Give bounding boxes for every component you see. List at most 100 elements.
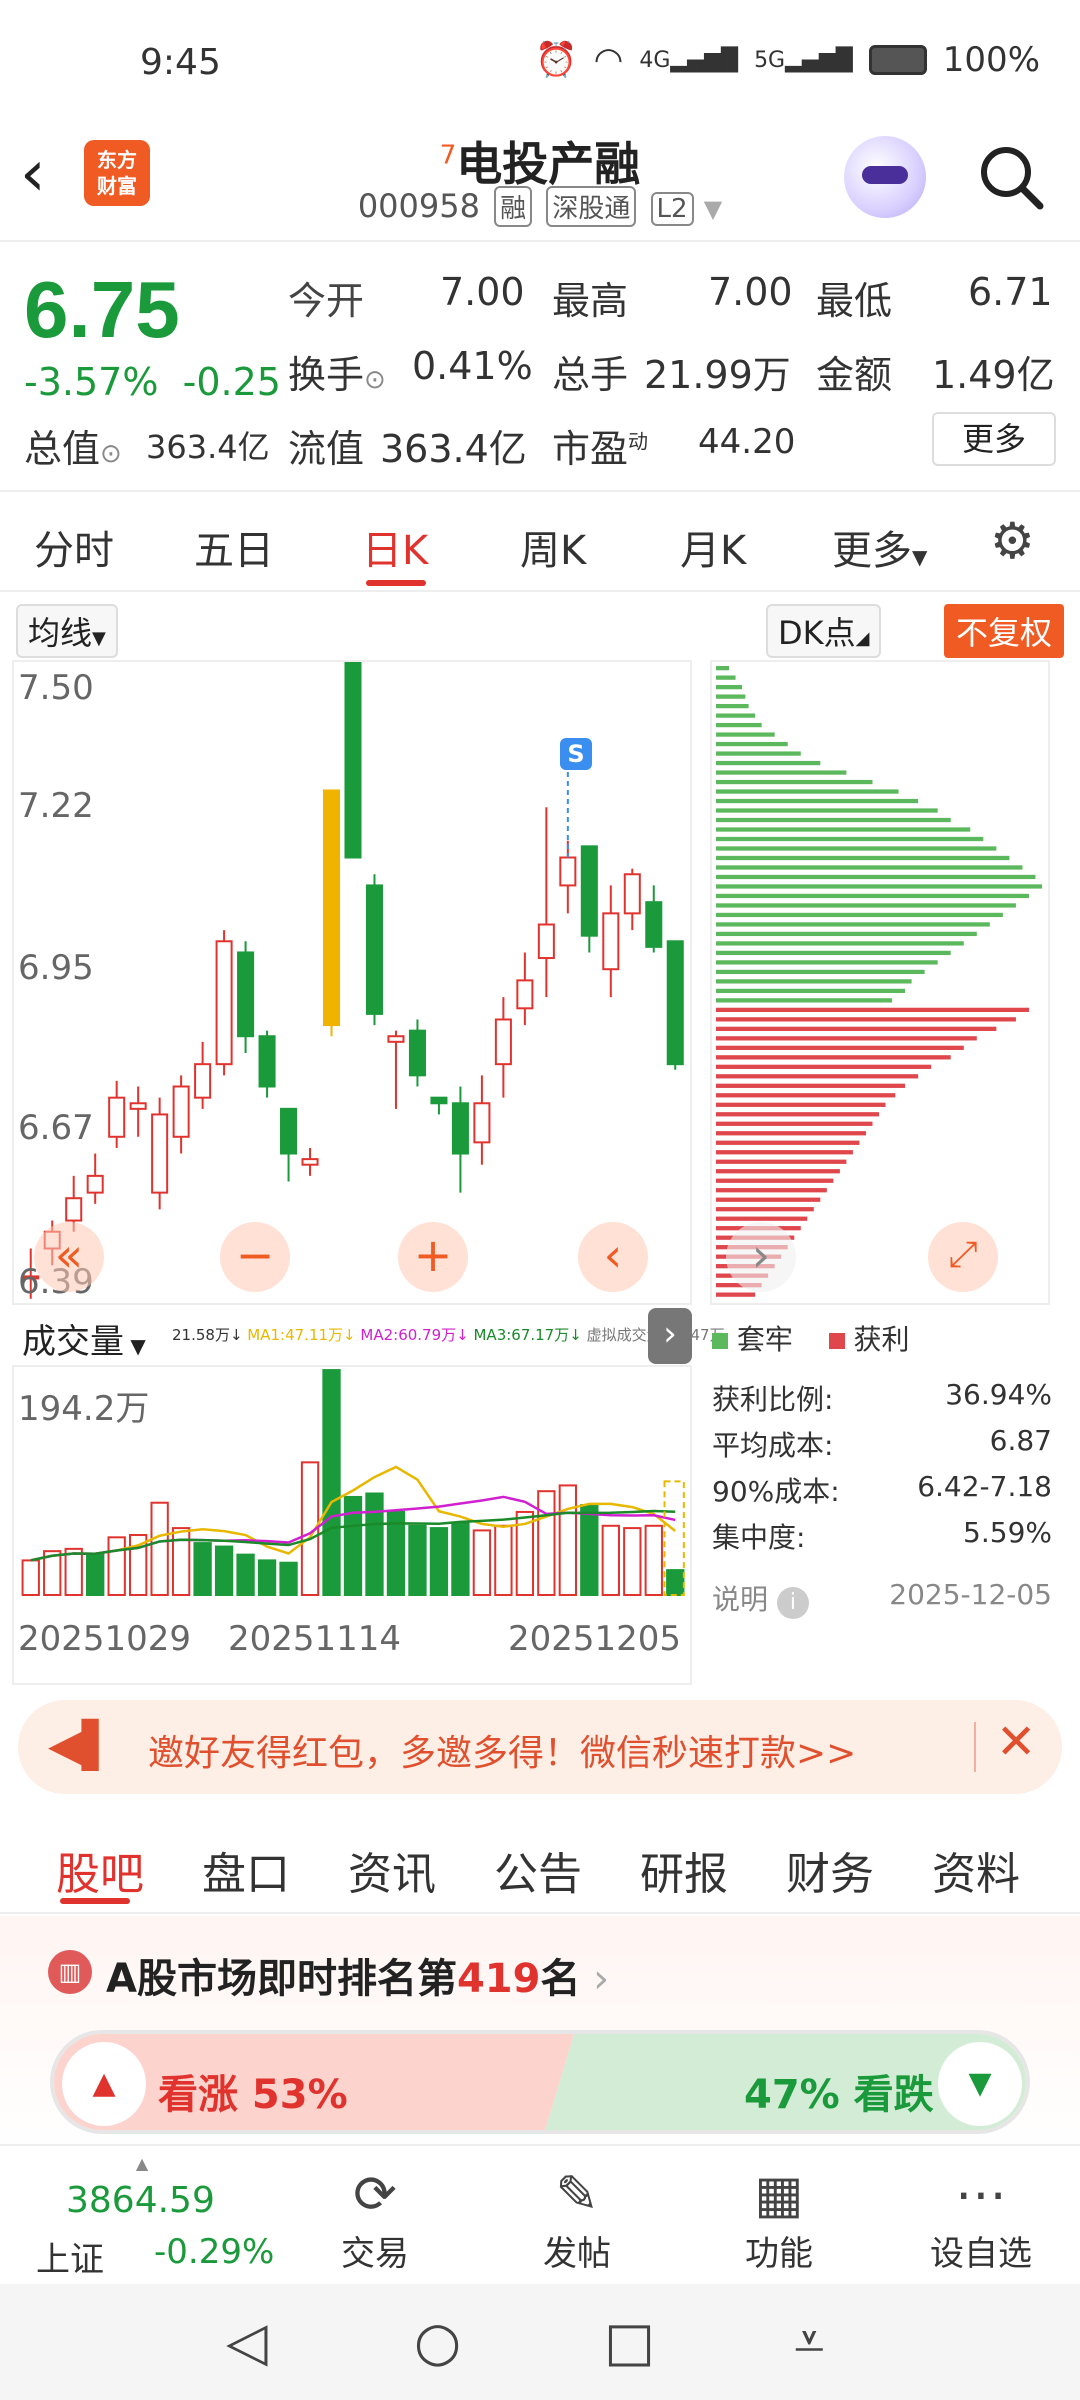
tab-daily-k[interactable]: 日K [362, 518, 428, 576]
ma-selector[interactable]: 均线▼ [16, 604, 118, 658]
adjust-button[interactable]: 不复权 [943, 604, 1064, 658]
stock-header: ‹ 东方 财富 7电投产融 000958 融 深股通 L2 ▼ [0, 120, 1080, 242]
nav-post[interactable]: ✎ 发帖 [502, 2164, 652, 2275]
nav-home-icon[interactable]: ○ [414, 2310, 461, 2373]
zoom-out-icon[interactable]: − [220, 1222, 290, 1292]
tab-order-book[interactable]: 盘口 [202, 1838, 290, 1902]
volume-bar [494, 1524, 513, 1596]
zoom-in-icon[interactable]: + [398, 1222, 468, 1292]
tab-research[interactable]: 研报 [640, 1838, 728, 1902]
tab-announcements[interactable]: 公告 [494, 1838, 582, 1902]
chip-bar-trapped [716, 950, 951, 956]
candle-body [280, 1107, 298, 1155]
volume-legend: 21.58万↓ MA1:47.11万↓ MA2:60.79万↓ MA3:67.1… [172, 1326, 725, 1344]
index-change: -0.29% [154, 2232, 275, 2272]
tab-more[interactable]: 更多▼ [832, 518, 927, 576]
promo-banner[interactable]: ◀▌ 邀好友得红包，多邀多得！微信秒速打款>> ✕ [18, 1700, 1062, 1794]
chip-bar-trapped [716, 713, 756, 718]
mktcap-label[interactable]: 总值⊙ [24, 418, 122, 473]
candle-body [623, 873, 641, 915]
candle-body [494, 1018, 512, 1066]
nav-trade[interactable]: ⟳ 交易 [300, 2164, 450, 2275]
chip-bar-profit [716, 1017, 1016, 1022]
chip-scroll-icon[interactable]: › [726, 1222, 796, 1292]
chip-bar-profit [716, 1121, 873, 1126]
chip-bar-profit [716, 1102, 886, 1107]
close-icon[interactable]: ✕ [996, 1714, 1036, 1770]
assistant-robot-icon[interactable] [844, 136, 926, 218]
vote-up-label[interactable]: 看涨 53% [158, 2062, 348, 2120]
volume-indicator-selector[interactable]: 成交量 ▼ [12, 1312, 156, 1365]
candle-body [344, 662, 362, 859]
expand-icon[interactable]: ⤢ [928, 1222, 998, 1292]
index-widget[interactable]: ▲ 3864.59 上证 -0.29% [22, 2154, 274, 2280]
pe-value: 44.20 [698, 422, 796, 462]
chip-bar-trapped [716, 827, 971, 832]
volume-bar [214, 1545, 234, 1596]
tab-monthly-k[interactable]: 月K [680, 518, 746, 576]
chip-bar-trapped [716, 770, 847, 775]
tab-news[interactable]: 资讯 [348, 1838, 436, 1902]
candle-body [301, 1158, 319, 1166]
turnover-value: 0.41% [412, 344, 533, 388]
open-value: 7.00 [440, 270, 525, 314]
scroll-left-icon[interactable]: « [34, 1222, 104, 1292]
tab-intraday[interactable]: 分时 [34, 518, 114, 576]
battery-level: 100% [942, 40, 1040, 80]
chip-note-row[interactable]: 说明 i 2025-12-05 [712, 1578, 1052, 1619]
megaphone-icon: ◀▌ [48, 1720, 116, 1771]
tab-finance[interactable]: 财务 [786, 1838, 874, 1902]
rank-text[interactable]: A股市场即时排名第419名 › [106, 1946, 609, 2004]
volume-bar [365, 1492, 384, 1596]
step-back-icon[interactable]: ‹ [578, 1222, 648, 1292]
chip-bar-profit [716, 1093, 896, 1098]
chevron-down-icon: ▼ [703, 195, 723, 223]
cost90-row: 90%成本: 6.42-7.18 [712, 1470, 1052, 1508]
volume-chart[interactable]: 194.2万 20251029 20251114 20251205 [12, 1365, 692, 1685]
volume-bar [429, 1527, 449, 1596]
float-value: 363.4亿 [380, 427, 527, 471]
volume-bar [322, 1369, 341, 1596]
tab-five-day[interactable]: 五日 [194, 518, 274, 576]
nav-back-icon[interactable]: ◁ [226, 2310, 268, 2373]
index-value: 3864.59 [66, 2180, 215, 2221]
float-label: 流值 [288, 427, 365, 471]
nav-features[interactable]: ▦ 功能 [704, 2164, 854, 2275]
chip-distribution[interactable]: › ⤢ [710, 660, 1050, 1305]
expand-panel-icon[interactable]: › [648, 1308, 692, 1364]
low-value: 6.71 [968, 270, 1053, 314]
candle-body [580, 845, 598, 937]
nav-menu-icon[interactable]: ⩡ [794, 2310, 824, 2374]
vote-up-icon[interactable]: ▲ [62, 2042, 146, 2126]
nav-recents-icon[interactable]: □ [604, 2310, 655, 2373]
pe-label: 市盈动 [552, 427, 649, 471]
tab-forum[interactable]: 股吧 [56, 1838, 144, 1902]
volume-bar [150, 1501, 169, 1596]
vote-down-icon[interactable]: ▼ [938, 2042, 1022, 2126]
candle-body [258, 1035, 276, 1088]
more-button[interactable]: 更多 [932, 412, 1056, 466]
dk-selector[interactable]: DK点◢ [766, 604, 882, 658]
vote-down-label[interactable]: 47% 看跌 [744, 2062, 934, 2120]
turnover-label[interactable]: 换手⊙ [288, 344, 386, 399]
chip-bar-trapped [716, 789, 899, 794]
nav-add-watchlist[interactable]: ⋯ 设自选 [906, 2164, 1056, 2275]
chip-bar-profit [716, 1292, 756, 1297]
chip-bar-trapped [716, 722, 762, 728]
y-tick: 6.67 [18, 1108, 94, 1148]
sell-marker[interactable]: S [560, 738, 592, 770]
tab-weekly-k[interactable]: 周K [520, 518, 586, 576]
chip-bar-trapped [716, 941, 964, 946]
tab-profile[interactable]: 资料 [932, 1838, 1020, 1902]
change-percent: -3.57% [24, 360, 159, 404]
candle-body [430, 1096, 448, 1105]
chip-bar-trapped [716, 817, 951, 823]
gear-icon[interactable]: ⚙ [990, 512, 1035, 570]
chip-bar-profit [716, 1083, 906, 1088]
active-tab-indicator [366, 580, 426, 586]
avg-cost-row: 平均成本: 6.87 [712, 1424, 1052, 1462]
chip-bar-trapped [716, 666, 730, 671]
kline-chart[interactable]: 7.50 7.22 6.95 6.67 6.39 S « − + ‹ [12, 660, 692, 1305]
volume-bar [601, 1524, 620, 1596]
search-icon[interactable] [976, 142, 1046, 212]
